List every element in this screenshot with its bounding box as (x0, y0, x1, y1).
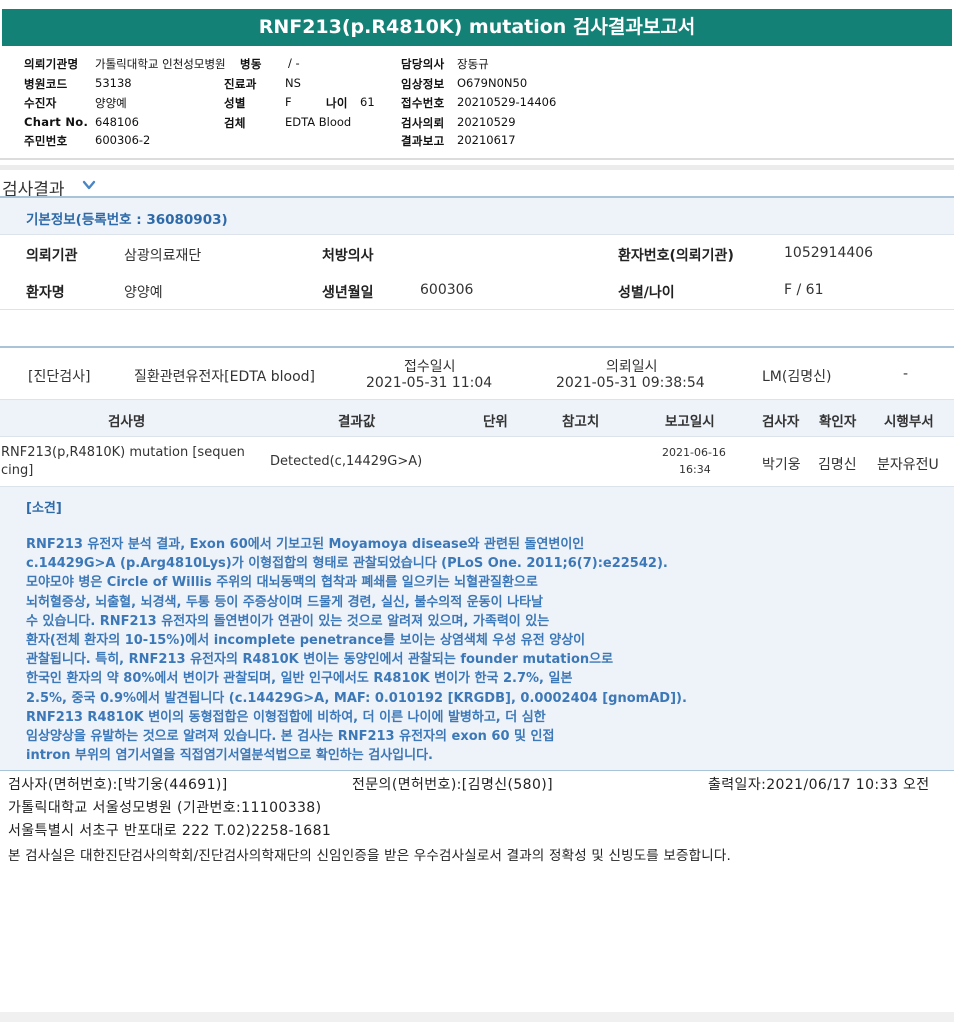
label-patient-name: 환자명 (26, 285, 65, 301)
header-label-receipt-no: 접수번호 (401, 96, 445, 110)
opinion-line: c.14429G>A (p.Arg4810Lys)가 이형접합의 형태로 관찰되… (26, 556, 668, 572)
header-label-hospital-code: 병원코드 (24, 77, 68, 91)
label-requesting-institution: 의뢰기관 (26, 248, 78, 264)
header-label-department: 진료과 (224, 77, 257, 91)
header-value-department: NS (285, 76, 301, 90)
column-header-report-datetime: 보고일시 (665, 414, 715, 430)
opinion-line: 2.5%, 중국 0.9%에서 발견됩니다 (c.14429G>A, MAF: … (26, 690, 687, 706)
header-label-request-date: 검사의뢰 (401, 116, 445, 130)
footer-certification: 본 검사실은 대한진단검사의학회/진단검사의학재단의 신임인증을 받은 우수검사… (8, 848, 732, 864)
column-header-result: 결과값 (338, 414, 376, 430)
header-value-resident-no: 600306-2 (95, 133, 151, 147)
footer-address: 서울특별시 서초구 반포대로 222 T.02)2258-1681 (8, 823, 332, 839)
chevron-down-icon[interactable] (82, 178, 96, 192)
result-tester: 박기웅 (762, 457, 801, 473)
column-header-unit: 단위 (483, 414, 508, 430)
bottom-scroll-area (0, 1012, 954, 1022)
header-gap (0, 165, 954, 170)
footer-hospital: 가톨릭대학교 서울성모병원 (기관번호:11100338) (8, 800, 322, 816)
result-test-name-line2: cing] (1, 463, 34, 478)
order-received-label: 접수일시 (404, 359, 456, 375)
column-header-reference: 참고치 (562, 414, 600, 430)
label-patient-number: 환자번호(의뢰기관) (618, 248, 734, 264)
opinion-line: RNF213 R4810K 변이의 동형접합은 이형접합에 비하여, 더 이른 … (26, 709, 546, 725)
header-value-ward: / - (288, 56, 300, 70)
header-value-report-date: 20210617 (457, 133, 516, 147)
header-value-request-date: 20210529 (457, 115, 516, 129)
result-report-date: 2021-06-16 (662, 446, 726, 459)
column-header-test-name: 검사명 (108, 414, 146, 430)
header-label-requesting-institution: 의뢰기관명 (24, 57, 79, 71)
result-report-time: 16:34 (679, 463, 711, 476)
header-label-report-date: 결과보고 (401, 134, 445, 148)
label-birth-date: 생년월일 (322, 285, 374, 301)
footer-specialist-license: 전문의(면허번호):[김명신(580)] (352, 777, 554, 793)
header-label-age: 나이 (326, 96, 348, 110)
opinion-line: 뇌허혈증상, 뇌출혈, 뇌경색, 두통 등이 주증상이며 드물게 경련, 실신,… (26, 594, 543, 610)
order-dash: - (903, 366, 909, 382)
divider (0, 234, 954, 235)
result-test-name-line1: RNF213(p,R4810K) mutation [sequen (1, 445, 245, 460)
header-value-physician: 장동규 (457, 57, 489, 71)
result-value: Detected(c,14429G>A) (270, 454, 423, 469)
value-patient-number: 1052914406 (784, 245, 874, 261)
header-value-specimen: EDTA Blood (285, 115, 352, 129)
header-label-chart-no: Chart No. (24, 115, 89, 129)
opinion-divider (0, 770, 954, 771)
header-label-patient: 수진자 (24, 96, 57, 110)
opinion-line: 환자(전체 환자의 10-15%)에서 incomplete penetranc… (26, 633, 586, 649)
order-requested-label: 의뢰일시 (606, 359, 658, 375)
divider (0, 436, 954, 437)
header-value-receipt-no: 20210529-14406 (457, 95, 557, 109)
header-value-patient: 양양예 (95, 96, 127, 110)
header-label-specimen: 검체 (224, 116, 246, 130)
opinion-title: [소견] (26, 501, 62, 516)
order-test-name: 질환관련유전자[EDTA blood] (134, 369, 315, 385)
result-department: 분자유전U (877, 457, 939, 473)
opinion-line: 한국인 환자의 약 80%에서 변이가 관찰되며, 일반 인구에서도 R4810… (26, 671, 573, 687)
order-requested-datetime: 2021-05-31 09:38:54 (556, 375, 705, 391)
column-header-confirmer: 확인자 (819, 414, 857, 430)
header-value-sex: F (285, 95, 292, 109)
header-value-hospital-code: 53138 (95, 76, 132, 90)
header-label-resident-no: 주민번호 (24, 134, 68, 148)
panel-divider (0, 346, 954, 348)
opinion-line: intron 부위의 염기서열을 직접염기서열분석법으로 확인하는 검사입니다. (26, 748, 433, 764)
opinion-line: RNF213 유전자 분석 결과, Exon 60에서 기보고된 Moyamoy… (26, 537, 585, 552)
header-label-physician: 담당의사 (401, 57, 445, 71)
header-label-clinical-info: 임상정보 (401, 77, 445, 91)
opinion-text: RNF213 유전자 분석 결과, Exon 60에서 기보고된 Moyamoy… (26, 535, 726, 765)
order-received-datetime: 2021-05-31 11:04 (366, 375, 493, 391)
header-divider (0, 158, 954, 160)
header-value-age: 61 (360, 95, 375, 109)
value-requesting-institution: 삼광의료재단 (124, 248, 202, 264)
basic-info-title: 기본정보(등록번호 : 36080903) (26, 212, 228, 228)
result-confirmer: 김명신 (818, 457, 857, 473)
value-sex-age: F / 61 (784, 282, 824, 298)
column-header-department: 시행부서 (884, 414, 934, 430)
footer-tester-license: 검사자(면허번호):[박기웅(44691)] (8, 777, 228, 793)
header-value-requesting-institution: 가톨릭대학교 인천성모병원 (95, 57, 226, 71)
opinion-line: 임상양상을 유발하는 것으로 알려져 있습니다. 본 검사는 RNF213 유전… (26, 729, 555, 745)
opinion-line: 모야모야 병은 Circle of Willis 주위의 대뇌동맥의 협착과 폐… (26, 575, 538, 591)
opinion-line: 수 있습니다. RNF213 유전자의 돌연변이가 연관이 있는 것으로 알려져… (26, 613, 550, 629)
report-title: RNF213(p.R4810K) mutation 검사결과보고서 (2, 9, 952, 46)
header-value-chart-no: 648106 (95, 115, 139, 129)
order-doctor: LM(김명신) (762, 369, 832, 385)
value-birth-date: 600306 (420, 282, 474, 298)
label-sex-age: 성별/나이 (618, 285, 675, 301)
header-label-ward: 병동 (240, 57, 262, 71)
column-header-tester: 검사자 (762, 414, 800, 430)
label-prescribing-doctor: 처방의사 (322, 248, 374, 264)
value-patient-name: 양양예 (124, 285, 163, 301)
opinion-line: 관찰됩니다. 특히, RNF213 유전자의 R4810K 변이는 동양인에서 … (26, 652, 614, 668)
header-value-clinical-info: O679N0N50 (457, 76, 528, 90)
order-category: [진단검사] (28, 369, 91, 385)
header-label-sex: 성별 (224, 96, 246, 110)
footer-print-date: 출력일자:2021/06/17 10:33 오전 (708, 777, 930, 793)
divider (0, 309, 954, 310)
